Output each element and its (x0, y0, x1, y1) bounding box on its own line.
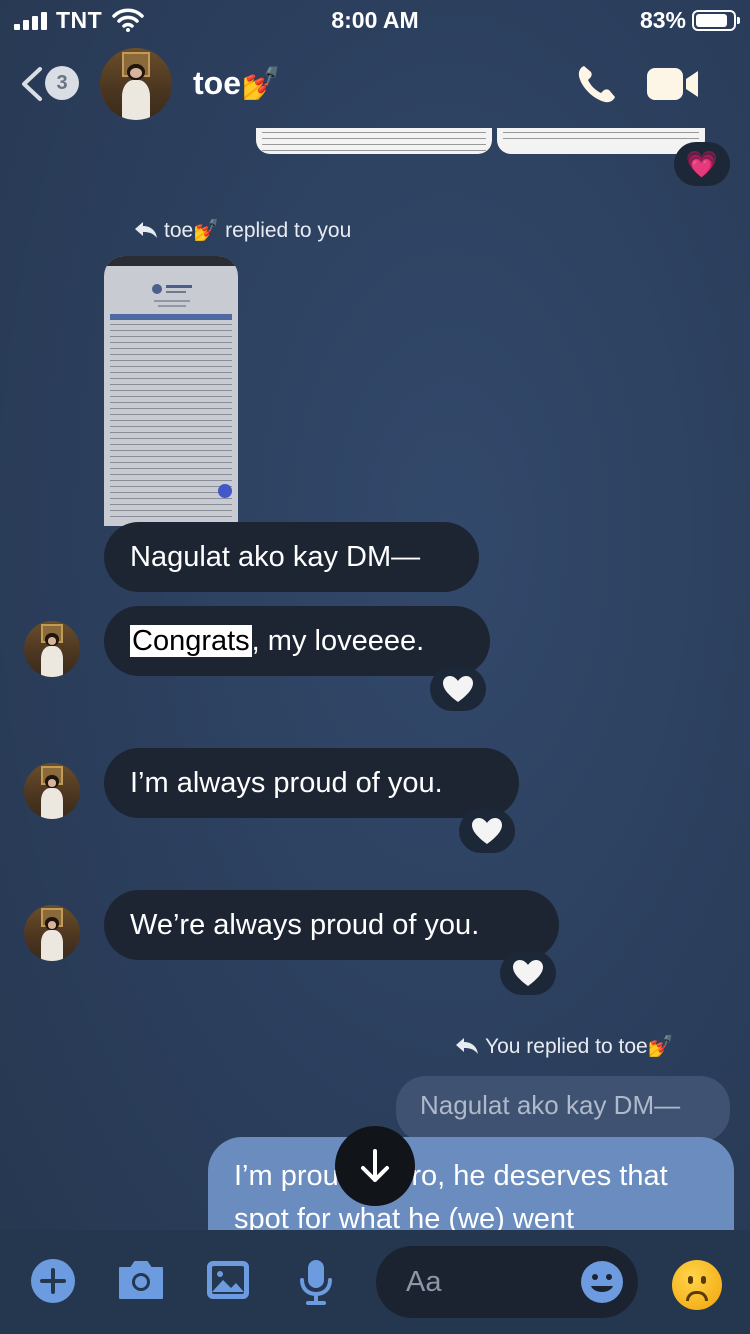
composer-toolbar (0, 1230, 750, 1334)
reaction-pink-heart[interactable]: 💗 (674, 142, 730, 186)
thumbnail-table-line (110, 342, 232, 343)
floating-action-icon (218, 484, 232, 498)
reaction-white-heart[interactable] (459, 809, 515, 853)
gallery-icon[interactable] (205, 1258, 251, 1302)
thumbnail-table-line (110, 492, 232, 493)
shared-image-1[interactable] (256, 128, 492, 154)
message-text: , my loveeee. (251, 625, 425, 657)
back-chevron-icon[interactable] (18, 66, 44, 102)
thumbnail-table-line (110, 486, 232, 487)
clock: 8:00 AM (331, 7, 419, 33)
thumbnail-table-line (110, 372, 232, 373)
phone-call-icon[interactable] (575, 62, 619, 106)
unread-count-badge[interactable]: 3 (45, 66, 79, 100)
quoted-message[interactable]: Nagulat ako kay DM— (396, 1076, 730, 1142)
reaction-white-heart[interactable] (500, 951, 556, 995)
thumbnail-table-line (110, 390, 232, 391)
thumbnail-table-line (110, 402, 232, 403)
sender-avatar[interactable] (24, 621, 80, 677)
thumbnail-table-line (110, 504, 232, 505)
shared-image-2[interactable] (497, 128, 705, 154)
thumbnail-table-line (110, 360, 232, 361)
thumbnail-table-line (110, 324, 232, 325)
reaction-white-heart[interactable] (430, 667, 486, 711)
reply-label-text: toe💅 replied to you (164, 219, 352, 242)
status-bar: TNT 8:00 AM 83% (0, 0, 750, 40)
my-message-bubble[interactable]: I’m proud of bro, he deserves that spot … (208, 1137, 734, 1232)
white-heart-icon (513, 960, 543, 986)
sender-avatar[interactable] (24, 905, 80, 961)
thumbnail-table-line (110, 420, 232, 421)
reply-label-text: You replied to toe💅 (485, 1035, 674, 1058)
quick-reaction-sad-face-icon[interactable] (672, 1260, 722, 1310)
arrow-down-icon (361, 1149, 389, 1182)
reply-arrow-icon (135, 222, 157, 238)
message-bubble[interactable]: Nagulat ako kay DM— (104, 522, 479, 592)
thumbnail-table-line (110, 384, 232, 385)
contact-name[interactable]: toe💅 (193, 64, 281, 102)
university-logo-icon (152, 284, 192, 307)
thumbnail-table-line (110, 498, 232, 499)
thumbnail-table-line (110, 348, 232, 349)
white-heart-icon (472, 818, 502, 844)
thumbnail-table-line (110, 408, 232, 409)
thumbnail-table-line (110, 456, 232, 457)
battery-percent: 83% (639, 7, 686, 33)
thumbnail-table-line (110, 438, 232, 439)
reply-label: You replied to toe💅 (455, 1035, 674, 1059)
thumbnail-table-line (110, 450, 232, 451)
message-composer (376, 1246, 638, 1318)
thumbnail-table-line (110, 414, 232, 415)
reply-arrow-icon (456, 1038, 478, 1054)
thumbnail-table-line (110, 480, 232, 481)
replied-screenshot-thumbnail[interactable] (104, 256, 238, 526)
message-bubble[interactable]: I’m always proud of you. (104, 748, 519, 818)
thumbnail-table-line (110, 366, 232, 367)
thumbnail-table-line (110, 510, 232, 511)
thumbnail-table-line (110, 378, 232, 379)
microphone-icon[interactable] (298, 1258, 334, 1306)
video-call-icon[interactable] (646, 66, 700, 102)
battery-icon (692, 10, 740, 31)
sender-avatar[interactable] (24, 763, 80, 819)
thumbnail-table-line (110, 432, 232, 433)
thumbnail-table-line (110, 516, 232, 517)
white-heart-icon (443, 676, 473, 702)
scroll-to-bottom-button[interactable] (335, 1126, 415, 1206)
contact-avatar[interactable] (100, 48, 172, 120)
plus-icon[interactable] (30, 1258, 76, 1304)
thumbnail-table-line (110, 468, 232, 469)
camera-icon[interactable] (116, 1258, 166, 1302)
thumbnail-table-line (110, 426, 232, 427)
thumbnail-table-line (110, 444, 232, 445)
message-input[interactable] (406, 1262, 576, 1302)
emoji-icon[interactable] (580, 1260, 624, 1304)
thumbnail-table-line (110, 336, 232, 337)
reply-label: toe💅 replied to you (134, 219, 351, 243)
thumbnail-table-line (110, 354, 232, 355)
thumbnail-table-line (110, 474, 232, 475)
thumbnail-table-line (110, 396, 232, 397)
message-bubble[interactable]: Congrats, my loveeee. (104, 606, 490, 676)
highlighted-text: Congrats (130, 625, 252, 657)
chat-header: 3 toe💅 (0, 40, 750, 130)
message-bubble[interactable]: We’re always proud of you. (104, 890, 559, 960)
thumbnail-table-line (110, 330, 232, 331)
thumbnail-table-line (110, 462, 232, 463)
